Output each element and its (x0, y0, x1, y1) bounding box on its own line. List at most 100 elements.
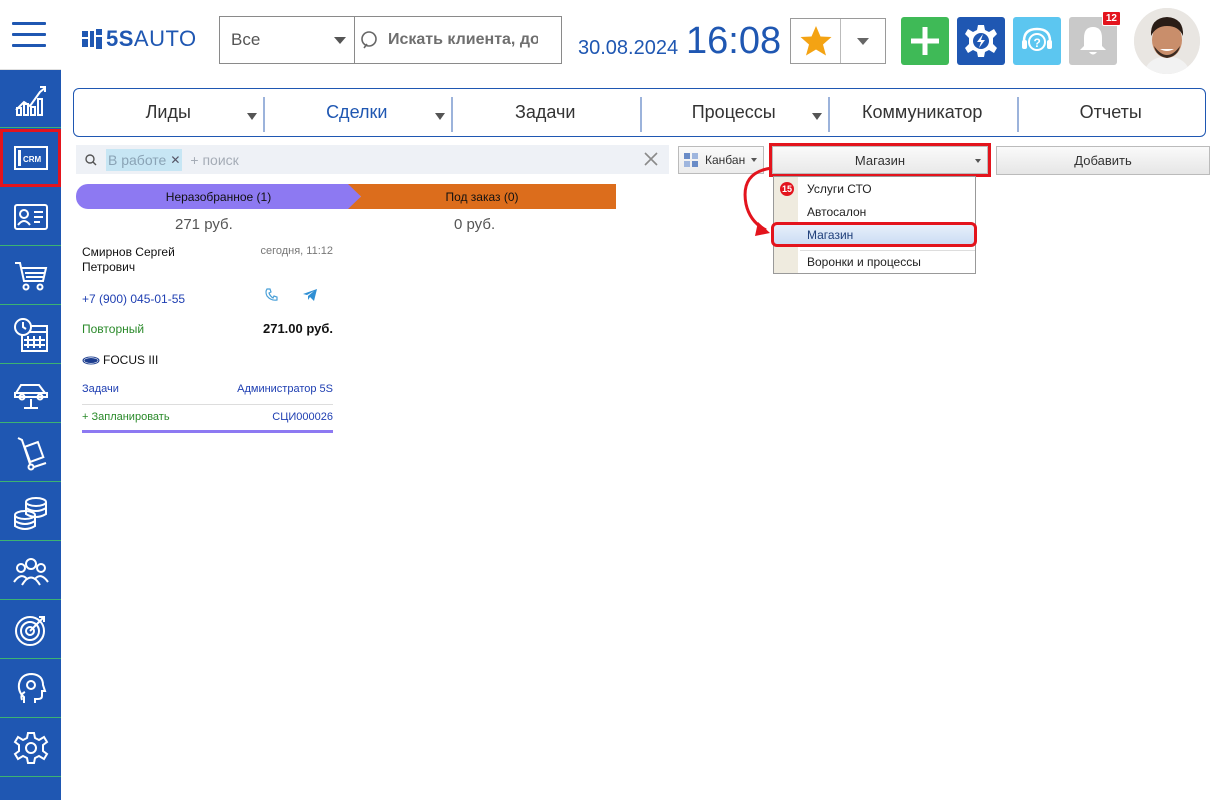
deal-date: сегодня, 11:12 (260, 245, 333, 257)
tab-label: Коммуникатор (862, 102, 983, 122)
stage-header-unsorted[interactable]: Неразобранное (1) (76, 184, 361, 209)
close-icon[interactable]: ✕ (170, 153, 180, 167)
car-model: FOCUS III (103, 353, 159, 367)
tab-processes[interactable]: Процессы (639, 89, 829, 136)
filter-search-input[interactable]: + поиск (190, 152, 238, 168)
star-icon (800, 26, 831, 56)
search-icon (361, 31, 377, 49)
tab-communicator[interactable]: Коммуникатор (828, 89, 1017, 136)
tab-label: Отчеты (1079, 102, 1142, 122)
gear-bolt-icon (965, 25, 997, 57)
sidebar-item-contacts[interactable] (0, 188, 61, 246)
search-icon (85, 153, 97, 165)
card-stage-bar (82, 430, 333, 433)
funnel-select[interactable]: Магазин (769, 143, 991, 177)
assignee[interactable]: Администратор 5S (237, 383, 333, 395)
sidebar-item-calendar[interactable] (0, 306, 61, 364)
tab-leads[interactable]: Лиды (74, 89, 263, 136)
sidebar-item-goals[interactable] (0, 601, 61, 659)
sidebar-item-finance[interactable] (0, 483, 61, 541)
plus-icon (911, 27, 939, 55)
clear-icon[interactable] (641, 149, 661, 169)
favorites-button[interactable] (791, 19, 841, 63)
bell-icon (1080, 27, 1106, 55)
help-icon: ? (1022, 27, 1052, 51)
tab-label: Лиды (145, 102, 191, 122)
kanban-icon (684, 153, 698, 167)
filter-chip[interactable]: В работе ✕ (106, 148, 183, 171)
logo-mark-icon (82, 29, 102, 49)
sidebar-item-service[interactable] (0, 365, 61, 423)
cart-icon (14, 261, 47, 290)
sidebar: CRM (0, 0, 61, 800)
sidebar-item-crm[interactable]: CRM (0, 129, 61, 187)
chevron-down-icon[interactable] (812, 113, 822, 120)
stage-sum: 0 руб. (454, 216, 496, 233)
sidebar-item-parts[interactable] (0, 424, 61, 482)
main-nav: Лиды Сделки Задачи Процессы Коммуникатор… (73, 88, 1206, 137)
client-name[interactable]: Смирнов Сергей Петрович (82, 245, 202, 275)
sidebar-rail: CRM (0, 70, 61, 800)
dropdown-item-label: Услуги СТО (807, 182, 872, 196)
chevron-down-icon[interactable] (435, 113, 445, 120)
pointer-arrow (743, 166, 773, 236)
schedule-link[interactable]: + Запланировать (82, 411, 170, 423)
favorites-dropdown-button[interactable] (841, 19, 885, 63)
parts-icon (17, 436, 46, 470)
sidebar-item-analytics[interactable] (0, 70, 61, 128)
client-search-field[interactable] (355, 17, 561, 63)
add-deal-button[interactable]: Добавить (996, 146, 1210, 175)
current-time: 16:08 (686, 20, 782, 62)
user-avatar[interactable] (1134, 8, 1200, 74)
crm-icon: CRM (13, 145, 48, 170)
quick-settings-button[interactable] (957, 17, 1005, 65)
chevron-down-icon (857, 37, 869, 45)
dropdown-item-label: Воронки и процессы (807, 255, 921, 269)
team-icon (12, 557, 49, 586)
dropdown-item-funnels[interactable]: Воронки и процессы (774, 251, 975, 273)
search-scope-select[interactable]: Все (220, 17, 355, 63)
chevron-down-icon (751, 158, 758, 162)
notifications-button[interactable]: 12 (1069, 11, 1121, 65)
phone-icon[interactable] (264, 287, 280, 303)
ford-logo-icon (82, 356, 100, 364)
help-button[interactable]: ? (1013, 17, 1061, 65)
logo-text: 5SAUTO (106, 26, 197, 51)
deal-code[interactable]: СЦИ000026 (272, 411, 333, 423)
tab-label: Задачи (515, 102, 576, 122)
stage-sum: 271 руб. (175, 216, 233, 233)
deal-amount: 271.00 руб. (262, 321, 333, 336)
client-search-input[interactable] (388, 31, 538, 49)
dropdown-item-sto[interactable]: 15 Услуги СТО (774, 178, 975, 200)
tab-tasks[interactable]: Задачи (451, 89, 640, 136)
telegram-icon[interactable] (302, 288, 318, 302)
client-phone[interactable]: +7 (900) 045-01-55 (82, 292, 185, 306)
sidebar-item-team[interactable] (0, 542, 61, 600)
notification-count-badge: 12 (1101, 11, 1121, 26)
tab-deals[interactable]: Сделки (262, 89, 452, 136)
highlight-frame (771, 222, 977, 247)
favorites-control (790, 18, 886, 64)
sidebar-item-support[interactable] (0, 660, 61, 718)
user-photo (1134, 8, 1200, 74)
sidebar-item-settings[interactable] (0, 719, 61, 777)
chevron-down-icon (975, 159, 981, 163)
menu-burger-button[interactable] (0, 0, 61, 70)
tab-reports[interactable]: Отчеты (1016, 89, 1206, 136)
tasks-link[interactable]: Задачи (82, 383, 119, 395)
app-logo[interactable]: 5SAUTO (82, 26, 197, 52)
deal-card[interactable]: Смирнов Сергей Петрович сегодня, 11:12 +… (82, 244, 334, 434)
current-date: 30.08.2024 (578, 37, 679, 59)
dropdown-item-label: Автосалон (807, 205, 867, 219)
create-button[interactable] (901, 17, 949, 65)
deal-filter-bar: В работе ✕ + поиск (76, 145, 669, 174)
card-divider (82, 404, 333, 405)
dropdown-item-autosalon[interactable]: Автосалон (774, 201, 975, 223)
stage-header-on-order[interactable]: Под заказ (0) (348, 184, 616, 209)
global-search: Все (219, 16, 562, 64)
filter-chip-label: В работе (108, 151, 167, 168)
client-car: FOCUS III (82, 353, 158, 367)
chevron-down-icon[interactable] (246, 113, 257, 120)
settings-icon (13, 731, 48, 764)
sidebar-item-shop[interactable] (0, 247, 61, 305)
